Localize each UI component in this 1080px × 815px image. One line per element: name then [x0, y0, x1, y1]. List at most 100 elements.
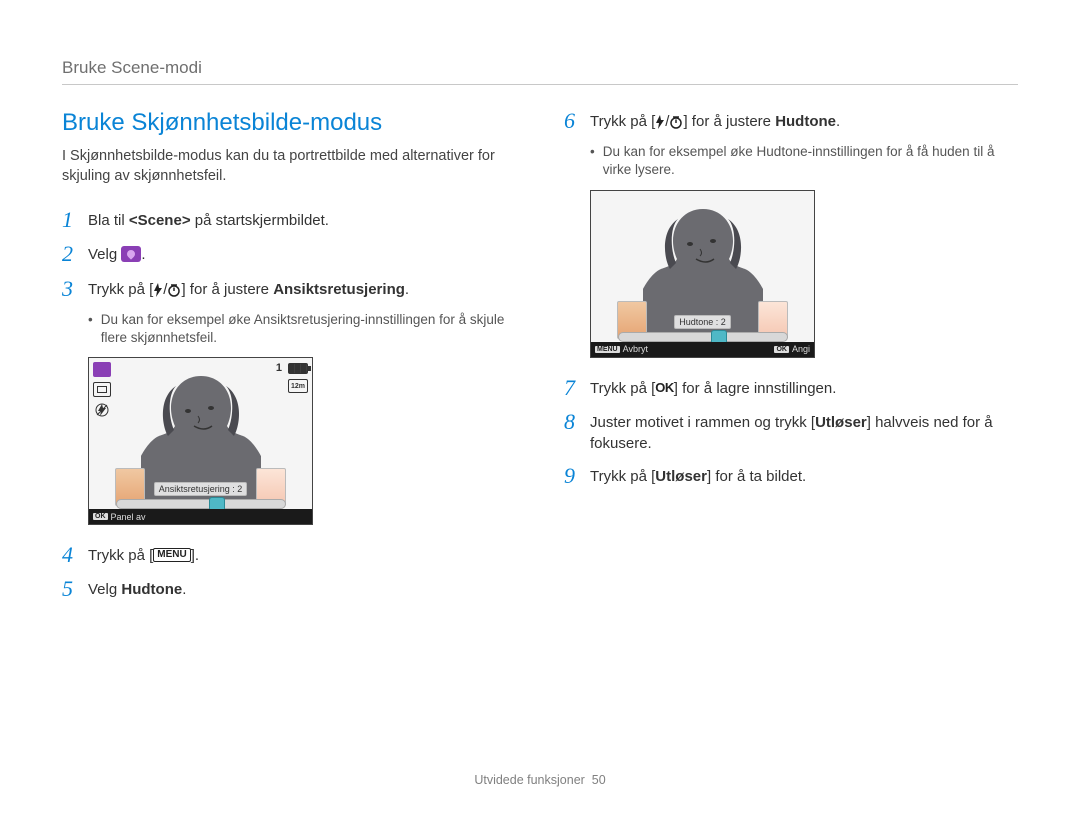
text-fragment: Juster motivet i rammen og trykk [ — [590, 414, 815, 431]
timer-icon — [669, 115, 683, 129]
page-footer: Utvidede funksjoner 50 — [0, 773, 1080, 787]
bullet-text: Du kan for eksempel øke Hudtone-innstill… — [603, 143, 1018, 179]
text-fragment: Trykk på [ — [88, 547, 153, 564]
battery-icon — [288, 363, 308, 374]
text-fragment: Trykk på [ — [88, 281, 153, 298]
shot-count: 1 — [276, 362, 282, 374]
column-right: 6 Trykk på [/] for å justere Hudtone. Du… — [564, 109, 1018, 612]
divider — [62, 84, 1018, 85]
text-fragment: . — [141, 246, 145, 263]
step-7: 7 Trykk på [OK] for å lagre innstillinge… — [564, 376, 1018, 400]
screen-1-wrap: 1 12m — [88, 357, 516, 525]
text-fragment: . — [405, 281, 409, 298]
text-fragment: ] for å justere — [181, 281, 273, 298]
focus-mode-icon — [93, 382, 111, 397]
step-text: Trykk på [OK] for å lagre innstillingen. — [590, 376, 836, 399]
mode-badge-icon — [93, 362, 111, 377]
step-text: Trykk på [MENU]. — [88, 543, 199, 566]
step-6-bullet: Du kan for eksempel øke Hudtone-innstill… — [590, 143, 1018, 179]
ok-badge-icon: OK — [93, 513, 108, 520]
bold-term: Ansiktsretusjering — [273, 281, 405, 298]
step-number: 9 — [564, 464, 590, 488]
step-text: Juster motivet i rammen og trykk [Utløse… — [590, 410, 1018, 454]
screen-footer: MENU Avbryt OK Angi — [591, 342, 814, 357]
flash-off-icon — [93, 402, 111, 417]
step-2: 2 Velg . — [62, 242, 516, 266]
text-fragment: Velg — [88, 581, 121, 598]
step-number: 3 — [62, 277, 88, 301]
beauty-mode-icon — [121, 246, 141, 262]
camera-screen-1: 1 12m — [88, 357, 313, 525]
intro-paragraph: I Skjønnhetsbilde-modus kan du ta portre… — [62, 147, 516, 186]
step-text: Trykk på [Utløser] for å ta bildet. — [590, 464, 806, 487]
step-6: 6 Trykk på [/] for å justere Hudtone. — [564, 109, 1018, 133]
ok-badge-icon: OK — [774, 346, 789, 353]
slider-area: Hudtone : 2 — [591, 315, 814, 342]
step-number: 7 — [564, 376, 590, 400]
footer-left-label: Panel av — [111, 512, 146, 522]
ok-button-icon: OK — [655, 379, 674, 397]
step-number: 5 — [62, 577, 88, 601]
flash-icon — [655, 115, 665, 129]
bold-term: Hudtone — [775, 113, 836, 130]
flash-icon — [153, 283, 163, 297]
slider-track[interactable] — [116, 499, 286, 509]
text-fragment: Trykk på [ — [590, 113, 655, 130]
screen-icons-left — [93, 362, 111, 417]
step-number: 6 — [564, 109, 590, 133]
bullet-text: Du kan for eksempel øke Ansiktsretusjeri… — [101, 311, 516, 347]
step-3-bullet: Du kan for eksempel øke Ansiktsretusjeri… — [88, 311, 516, 347]
camera-screen-2: Hudtone : 2 MENU Avbryt OK Angi — [590, 190, 815, 358]
text-fragment: Trykk på [ — [590, 468, 655, 485]
text-fragment: ] for å lagre innstillingen. — [674, 380, 837, 397]
text-fragment: på startskjermbildet. — [191, 212, 329, 229]
step-text: Velg Hudtone. — [88, 577, 186, 600]
text-fragment: Velg — [88, 246, 121, 263]
text-fragment: . — [182, 581, 186, 598]
bold-term: Utløser — [815, 414, 867, 431]
menu-button-icon: MENU — [153, 548, 190, 562]
slider-label: Hudtone : 2 — [674, 315, 731, 329]
step-number: 8 — [564, 410, 590, 434]
slider-label: Ansiktsretusjering : 2 — [154, 482, 248, 496]
text-fragment: ] for å justere — [683, 113, 775, 130]
page-title: Bruke Skjønnhetsbilde-modus — [62, 109, 516, 137]
step-number: 2 — [62, 242, 88, 266]
step-text: Bla til <Scene> på startskjermbildet. — [88, 208, 329, 231]
screen-icons-right: 1 12m — [276, 362, 308, 393]
step-3: 3 Trykk på [/] for å justere Ansiktsretu… — [62, 277, 516, 301]
page-number: 50 — [592, 773, 606, 787]
footer-left: MENU Avbryt — [595, 344, 648, 354]
scene-tag: <Scene> — [129, 212, 191, 229]
step-4: 4 Trykk på [MENU]. — [62, 543, 516, 567]
footer-right: OK Angi — [774, 344, 810, 354]
menu-badge-icon: MENU — [595, 346, 620, 353]
screen-footer: OK Panel av — [89, 509, 312, 524]
step-number: 4 — [62, 543, 88, 567]
column-left: Bruke Skjønnhetsbilde-modus I Skjønnhets… — [62, 109, 516, 612]
text-fragment: Trykk på [ — [590, 380, 655, 397]
step-1: 1 Bla til <Scene> på startskjermbildet. — [62, 208, 516, 232]
slider-track[interactable] — [618, 332, 788, 342]
screen-2-wrap: Hudtone : 2 MENU Avbryt OK Angi — [590, 190, 1018, 358]
photo-size-icon: 12m — [288, 379, 308, 393]
step-text: Velg . — [88, 242, 146, 265]
bold-term: Hudtone — [121, 581, 182, 598]
step-9: 9 Trykk på [Utløser] for å ta bildet. — [564, 464, 1018, 488]
footer-right-label: Angi — [792, 344, 810, 354]
footer-left: OK Panel av — [93, 512, 146, 522]
text-fragment: Bla til — [88, 212, 129, 229]
step-5: 5 Velg Hudtone. — [62, 577, 516, 601]
footer-left-label: Avbryt — [623, 344, 648, 354]
breadcrumb: Bruke Scene-modi — [62, 58, 1018, 78]
bold-term: Utløser — [655, 468, 707, 485]
timer-icon — [167, 283, 181, 297]
step-number: 1 — [62, 208, 88, 232]
step-text: Trykk på [/] for å justere Hudtone. — [590, 109, 840, 132]
text-fragment: ] for å ta bildet. — [707, 468, 806, 485]
text-fragment: . — [836, 113, 840, 130]
footer-section: Utvidede funksjoner — [474, 773, 584, 787]
step-8: 8 Juster motivet i rammen og trykk [Utlø… — [564, 410, 1018, 454]
step-text: Trykk på [/] for å justere Ansiktsretusj… — [88, 277, 409, 300]
slider-area: Ansiktsretusjering : 2 — [89, 482, 312, 509]
